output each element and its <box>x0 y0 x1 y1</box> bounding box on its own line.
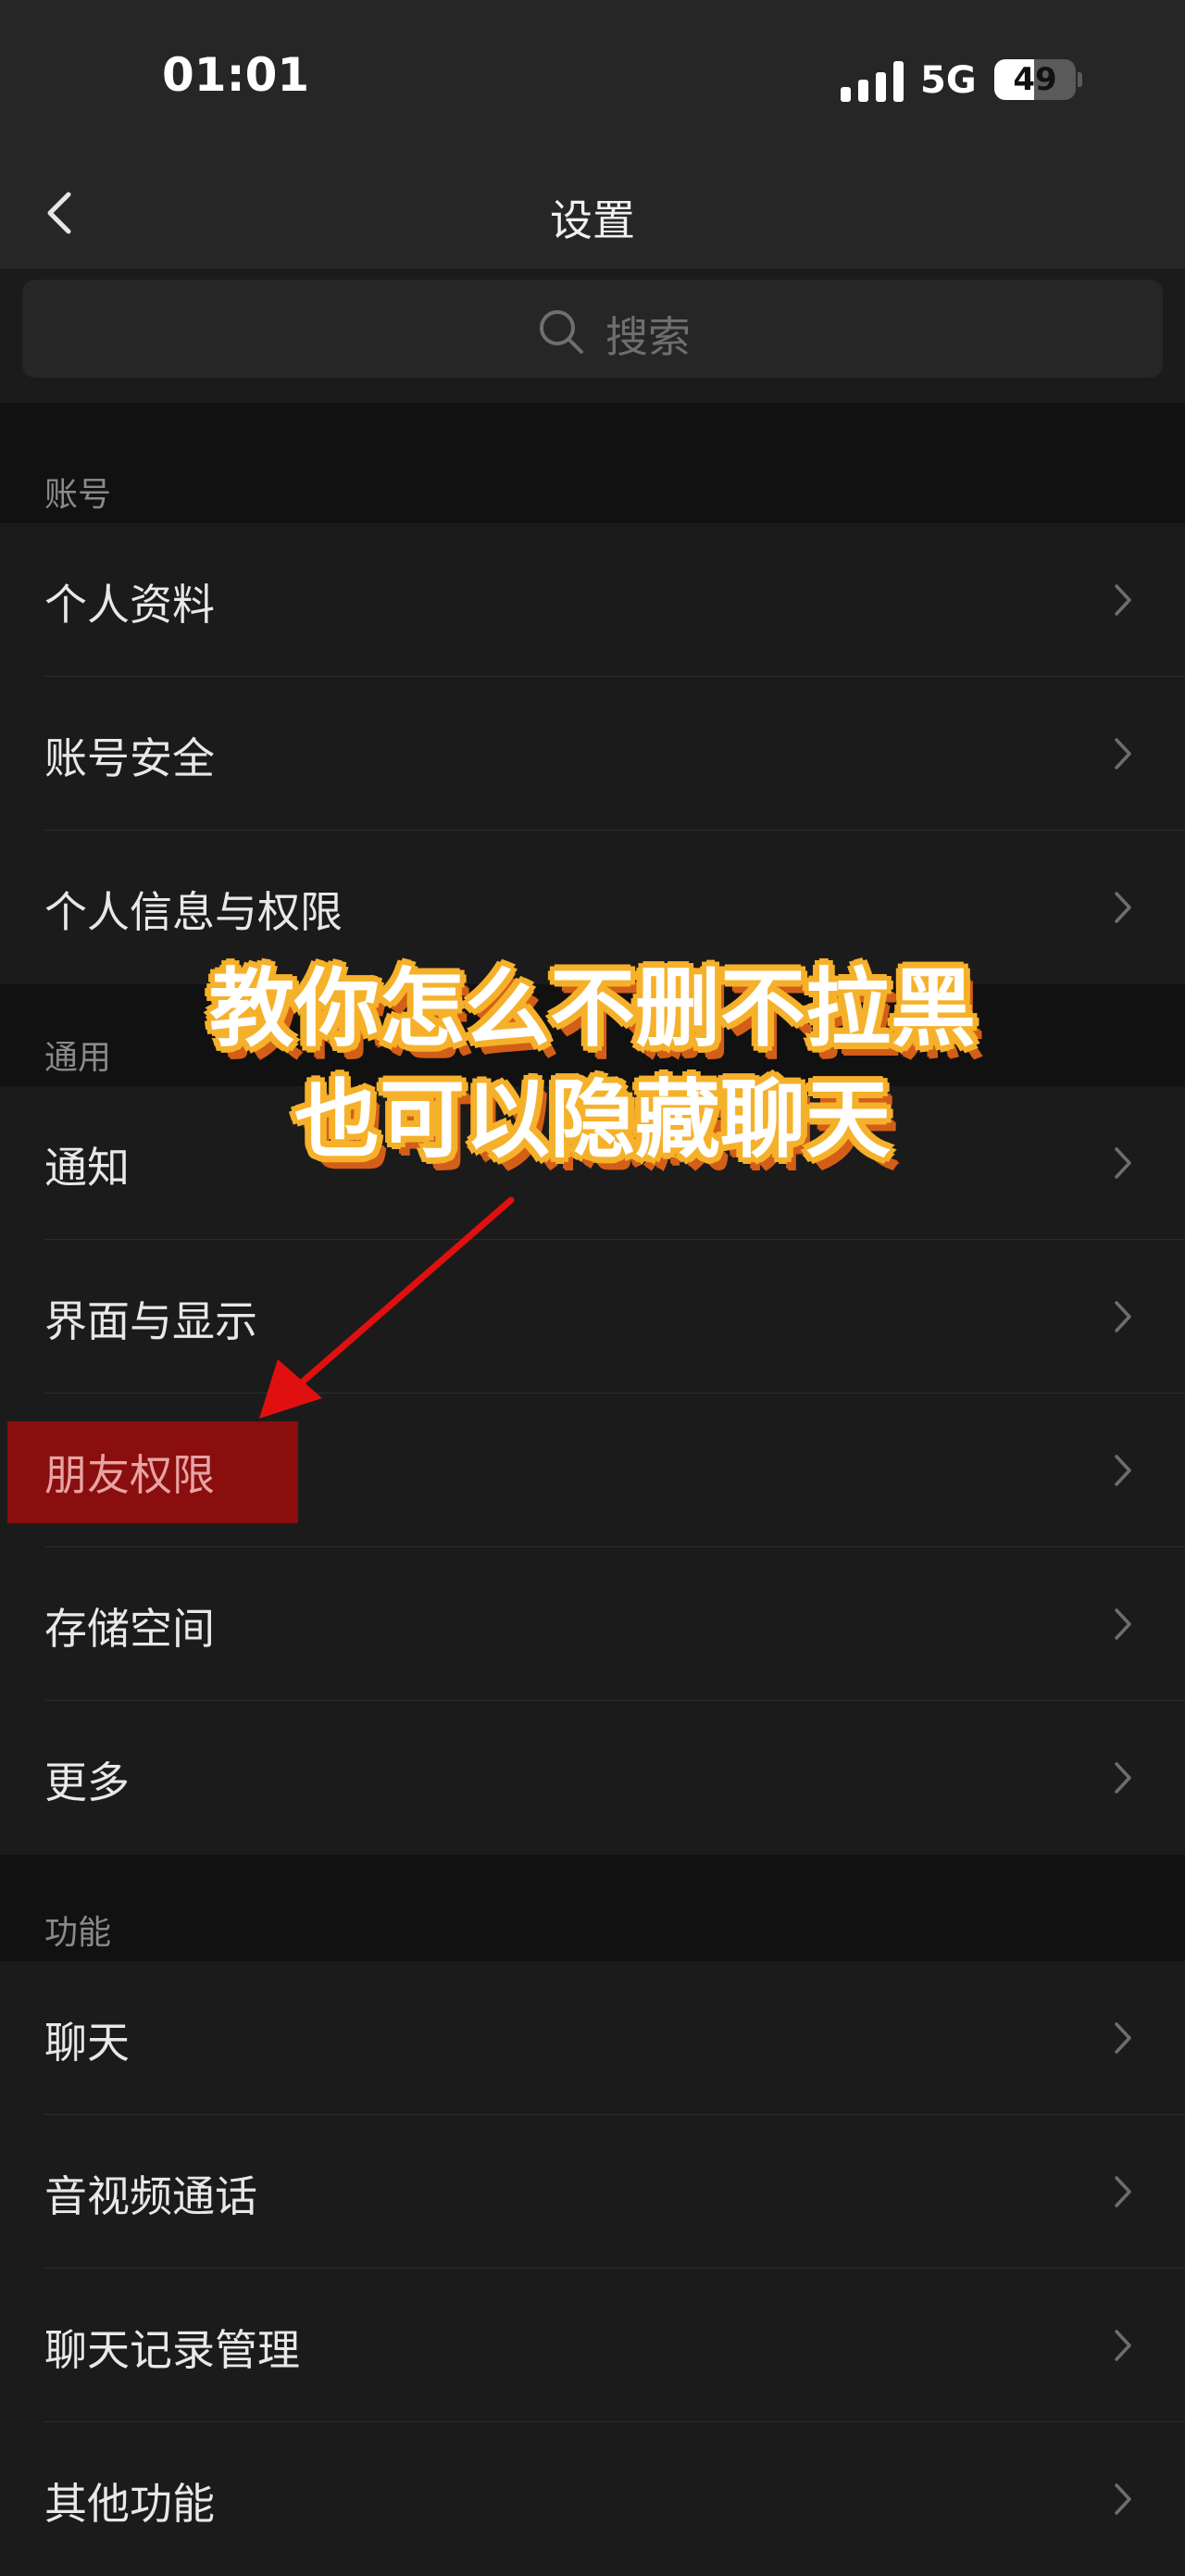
settings-item-label: 存储空间 <box>44 1604 215 1654</box>
group-general: 通知 界面与显示 朋友权限 存储空间 更多 <box>0 1086 1185 1855</box>
section-header-account: 账号 <box>0 403 1185 523</box>
settings-item-label: 朋友权限 <box>44 1450 215 1500</box>
settings-item-label: 音视频通话 <box>44 2171 257 2221</box>
settings-item-account-security[interactable]: 账号安全 <box>0 677 1185 831</box>
caption-overlay: 教你怎么不删不拉黑 也可以隐藏聊天 <box>0 954 1185 1176</box>
settings-item-label: 聊天记录管理 <box>44 2325 300 2375</box>
chevron-right-icon <box>1115 2330 1131 2361</box>
chevron-right-icon <box>1115 892 1131 923</box>
chevron-right-icon <box>1115 584 1131 616</box>
settings-item-label: 个人信息与权限 <box>44 887 343 937</box>
search-icon <box>540 310 583 354</box>
settings-item-label: 账号安全 <box>44 733 215 783</box>
chevron-right-icon <box>1115 2022 1131 2054</box>
battery-tip <box>1078 72 1082 87</box>
caption-line-2: 也可以隐藏聊天 <box>293 1070 891 1169</box>
chevron-right-icon <box>1115 1762 1131 1794</box>
caption-line-1: 教你怎么不删不拉黑 <box>208 959 976 1058</box>
status-bar: 01:01 5G 49 <box>0 0 1185 157</box>
arrow-icon <box>259 1196 515 1419</box>
section-label: 功能 <box>44 1914 112 1952</box>
chevron-right-icon <box>1115 738 1131 769</box>
settings-item-label: 其他功能 <box>44 2479 215 2529</box>
settings-item-label: 更多 <box>44 1757 130 1807</box>
settings-item-label: 界面与显示 <box>44 1296 257 1346</box>
settings-item-label: 聊天 <box>44 2018 130 2068</box>
group-account: 个人资料 账号安全 个人信息与权限 <box>0 523 1185 984</box>
settings-item-other-features[interactable]: 其他功能 <box>0 2422 1185 2576</box>
nav-bar: 设置 <box>0 157 1185 269</box>
search-placeholder: 搜索 <box>605 312 691 362</box>
search-input[interactable]: 搜索 <box>22 280 1163 378</box>
network-type: 5G <box>920 59 977 102</box>
settings-item-calls[interactable]: 音视频通话 <box>0 2115 1185 2269</box>
settings-item-chat-history[interactable]: 聊天记录管理 <box>0 2269 1185 2422</box>
settings-item-storage[interactable]: 存储空间 <box>0 1547 1185 1701</box>
group-features: 聊天 音视频通话 聊天记录管理 其他功能 <box>0 1961 1185 2576</box>
chevron-right-icon <box>1115 1608 1131 1640</box>
status-time: 01:01 <box>162 48 310 102</box>
section-label: 账号 <box>44 476 112 514</box>
settings-item-more[interactable]: 更多 <box>0 1701 1185 1855</box>
battery-percent: 49 <box>1013 61 1057 98</box>
chevron-right-icon <box>1115 1301 1131 1332</box>
chevron-right-icon <box>1115 2176 1131 2207</box>
section-header-features: 功能 <box>0 1857 1185 1961</box>
page-title: 设置 <box>550 195 635 245</box>
signal-icon <box>841 61 904 102</box>
chevron-right-icon <box>1115 1455 1131 1486</box>
settings-item-label: 个人资料 <box>44 580 215 630</box>
settings-item-profile[interactable]: 个人资料 <box>0 523 1185 677</box>
settings-item-chat[interactable]: 聊天 <box>0 1961 1185 2115</box>
settings-item-display[interactable]: 界面与显示 <box>0 1240 1185 1394</box>
search-area: 搜索 <box>0 269 1185 403</box>
settings-item-friend-permissions[interactable]: 朋友权限 <box>0 1394 1185 1547</box>
chevron-right-icon <box>1115 2483 1131 2515</box>
battery-icon: 49 <box>994 59 1076 100</box>
